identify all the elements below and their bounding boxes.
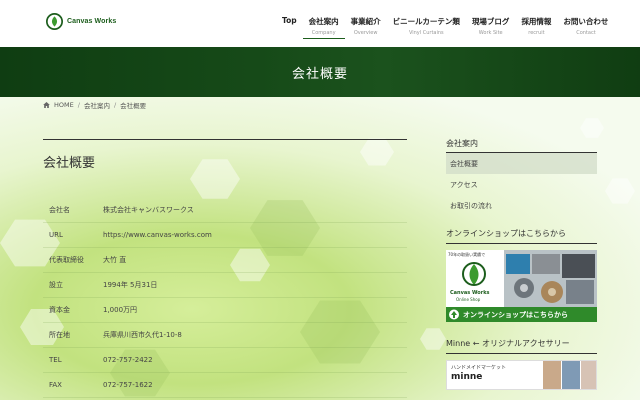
row-value-url[interactable]: https://www.canvas-works.com	[103, 231, 407, 239]
breadcrumb-current: 会社概要	[120, 102, 147, 110]
sidebar-heading: 会社案内	[446, 138, 597, 153]
nav-contact[interactable]: お問い合わせ Contact	[557, 16, 614, 47]
table-row: URL https://www.canvas-works.com	[43, 223, 407, 248]
page-title-band: 会社概要	[0, 47, 640, 97]
row-label: 資本金	[49, 306, 70, 314]
breadcrumb-separator: /	[77, 101, 80, 109]
row-value: 兵庫県川西市久代1-10-8	[103, 331, 182, 339]
table-row: 所在地 兵庫県川西市久代1-10-8	[43, 323, 407, 348]
nav-sublabel: recruit	[528, 30, 545, 36]
nav-company[interactable]: 会社案内 Company	[302, 16, 345, 47]
nav-vinyl-curtains[interactable]: ビニールカーテン類 Vinyl Curtains	[387, 16, 466, 47]
row-label: 所在地	[49, 331, 70, 339]
nav-sublabel: Work Site	[478, 30, 503, 36]
shop-banner-brand-sub: Online Shop	[456, 297, 481, 302]
row-value: 072-757-1622	[103, 381, 153, 389]
table-row: 会社名 株式会社キャンバスワークス	[43, 198, 407, 223]
main-nav: Top 会社案内 Company 事業紹介 Overview ビニールカーテン類…	[276, 16, 614, 47]
nav-top[interactable]: Top	[276, 16, 303, 47]
nav-sublabel: Overview	[353, 30, 378, 36]
table-row: FAX 072-757-1622	[43, 373, 407, 398]
shop-banner-top-text: 70年の取扱い実績で	[448, 252, 486, 257]
nav-label: 会社案内	[308, 17, 339, 26]
nav-work-site[interactable]: 現場ブログ Work Site	[466, 16, 516, 47]
minne-banner-brand: minne	[451, 372, 483, 382]
nav-label: 現場ブログ	[471, 17, 510, 26]
row-label: URL	[49, 231, 63, 239]
company-info-table: 会社名 株式会社キャンバスワークス URL https://www.canvas…	[43, 198, 407, 398]
breadcrumb-company[interactable]: 会社案内	[84, 100, 110, 110]
row-value: 株式会社キャンバスワークス	[103, 206, 194, 214]
nav-recruit[interactable]: 採用情報 recruit	[515, 16, 557, 47]
nav-label: 採用情報	[521, 17, 552, 26]
minne-banner-top-text: ハンドメイドマーケット	[451, 365, 507, 371]
table-row: TEL 072-757-2422	[43, 348, 407, 373]
logo-text: Canvas Works	[67, 18, 117, 25]
logo[interactable]: Canvas Works	[46, 13, 116, 30]
page-title: 会社概要	[291, 66, 348, 82]
nav-sublabel: Company	[311, 30, 336, 36]
nav-sublabel: Vinyl Curtains	[408, 30, 444, 36]
breadcrumb: HOME / 会社案内 / 会社概要	[43, 100, 146, 110]
row-label: 設立	[49, 281, 63, 289]
row-value: 072-757-2422	[103, 356, 153, 364]
nav-label: お問い合わせ	[563, 17, 609, 26]
site-header: Canvas Works Top 会社案内 Company 事業紹介 Overv…	[0, 0, 640, 47]
row-label: TEL	[49, 356, 62, 364]
nav-label: ビニールカーテン類	[392, 17, 460, 26]
table-row: 資本金 1,000万円	[43, 298, 407, 323]
row-label: FAX	[49, 381, 62, 389]
shop-banner-brand: Canvas Works	[450, 290, 490, 296]
row-value: 1,000万円	[103, 306, 138, 314]
sidebar-item-access[interactable]: アクセス	[446, 174, 597, 195]
minne-banner[interactable]: ハンドメイドマーケット minne	[446, 360, 597, 390]
breadcrumb-separator: /	[113, 101, 117, 109]
main-title: 会社概要	[43, 156, 96, 171]
table-row: 設立 1994年 5月31日	[43, 273, 407, 298]
row-value: 1994年 5月31日	[103, 281, 158, 289]
sidebar: 会社案内 会社概要 アクセス お取引の流れ オンラインショップはこちらから 70…	[446, 138, 597, 390]
breadcrumb-home[interactable]: HOME	[54, 101, 74, 109]
shop-banner-cta: オンラインショップはこちらから	[463, 311, 568, 319]
nav-sublabel: Contact	[576, 30, 596, 36]
row-label: 会社名	[49, 206, 70, 214]
home-icon	[43, 102, 50, 108]
logo-icon	[46, 13, 63, 30]
minne-heading: Minne ← オリジナルアクセサリー	[446, 338, 597, 354]
main-title-rule	[43, 139, 407, 140]
sidebar-item-company-overview[interactable]: 会社概要	[446, 153, 597, 174]
sidebar-item-transaction-flow[interactable]: お取引の流れ	[446, 195, 597, 216]
online-shop-banner[interactable]: 70年の取扱い実績で Canvas Works Online Shop オンライ…	[446, 250, 597, 322]
row-value: 大竹 直	[103, 256, 127, 264]
nav-label: Top	[282, 16, 297, 25]
nav-overview[interactable]: 事業紹介 Overview	[345, 16, 387, 47]
online-shop-heading: オンラインショップはこちらから	[446, 228, 597, 244]
row-label: 代表取締役	[49, 256, 84, 264]
nav-label: 事業紹介	[350, 17, 381, 26]
table-row: 代表取締役 大竹 直	[43, 248, 407, 273]
